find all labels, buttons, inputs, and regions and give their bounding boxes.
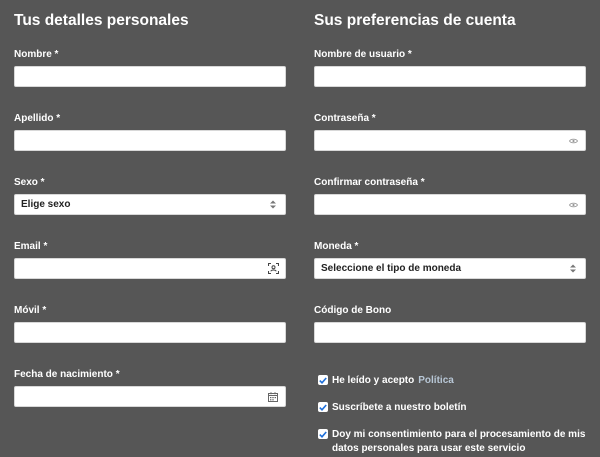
apellido-label: Apellido * (14, 113, 61, 124)
sexo-select[interactable]: Elige sexo (14, 194, 286, 215)
eye-icon[interactable] (567, 199, 579, 211)
bono-label: Código de Bono (314, 305, 392, 316)
checkmark-icon (319, 376, 327, 384)
account-preferences-heading: Sus preferencias de cuenta (314, 12, 516, 29)
checkmark-icon (319, 430, 327, 438)
field-usuario: Nombre de usuario * (314, 49, 586, 87)
sexo-value: Elige sexo (21, 199, 71, 210)
usuario-label: Nombre de usuario * (314, 49, 412, 60)
boletin-checkbox[interactable] (318, 402, 328, 412)
calendar-icon[interactable] (267, 391, 279, 403)
moneda-select[interactable]: Seleccione el tipo de moneda (314, 258, 586, 279)
field-fecha: Fecha de nacimiento * (14, 369, 286, 407)
sexo-label: Sexo * (14, 177, 45, 188)
autofill-contact-icon[interactable] (267, 263, 279, 275)
fecha-input[interactable] (14, 386, 286, 407)
fecha-label: Fecha de nacimiento * (14, 369, 120, 380)
check-politica[interactable]: He leído y acepto Política (318, 374, 588, 388)
field-bono: Código de Bono (314, 305, 586, 343)
check-consentimiento[interactable]: Doy mi consentimiento para el procesamie… (318, 428, 588, 456)
field-confirmar: Confirmar contraseña * (314, 177, 586, 215)
politica-text: He leído y acepto (332, 375, 415, 386)
email-label: Email * (14, 241, 48, 252)
confirmar-input[interactable] (314, 194, 586, 215)
field-email: Email * (14, 241, 286, 279)
personal-details-heading: Tus detalles personales (14, 12, 189, 29)
movil-input[interactable] (14, 322, 286, 343)
apellido-input[interactable] (14, 130, 286, 151)
field-sexo: Sexo * Elige sexo (14, 177, 286, 215)
moneda-value: Seleccione el tipo de moneda (321, 263, 462, 274)
confirmar-label: Confirmar contraseña * (314, 177, 425, 188)
movil-label: Móvil * (14, 305, 47, 316)
boletin-text: Suscríbete a nuestro boletín (332, 402, 467, 413)
usuario-input[interactable] (314, 66, 586, 87)
field-movil: Móvil * (14, 305, 286, 343)
field-apellido: Apellido * (14, 113, 286, 151)
nombre-label: Nombre * (14, 49, 59, 60)
checkmark-icon (319, 403, 327, 411)
contrasena-label: Contraseña * (314, 113, 376, 124)
politica-checkbox[interactable] (318, 375, 328, 385)
email-input[interactable] (14, 258, 286, 279)
field-contrasena: Contraseña * (314, 113, 586, 151)
field-moneda: Moneda * Seleccione el tipo de moneda (314, 241, 586, 279)
updown-caret-icon (267, 199, 279, 211)
politica-link[interactable]: Política (418, 375, 454, 386)
eye-icon[interactable] (567, 135, 579, 147)
contrasena-input[interactable] (314, 130, 586, 151)
field-nombre: Nombre * (14, 49, 286, 87)
bono-input[interactable] (314, 322, 586, 343)
consentimiento-checkbox[interactable] (318, 429, 328, 439)
moneda-label: Moneda * (314, 241, 359, 252)
consentimiento-text: Doy mi consentimiento para el procesamie… (332, 429, 586, 454)
updown-caret-icon (567, 263, 579, 275)
nombre-input[interactable] (14, 66, 286, 87)
check-boletin[interactable]: Suscríbete a nuestro boletín (318, 401, 588, 415)
